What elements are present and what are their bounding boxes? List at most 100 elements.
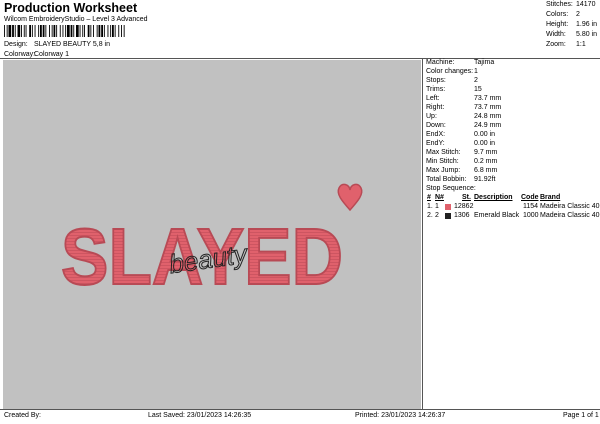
barcode-bar <box>82 25 84 37</box>
detail-row: EndY: 0.00 in <box>426 140 600 149</box>
stop-description: Emerald Black <box>474 212 520 219</box>
detail-label: Max Jump: <box>426 167 461 174</box>
detail-label: Down: <box>426 122 446 129</box>
barcode-bar <box>42 25 45 37</box>
barcode-bar <box>112 25 114 37</box>
stop-stitches: 1306 <box>454 212 470 219</box>
summary-value: 1:1 <box>576 41 586 48</box>
barcode-bar <box>65 25 67 37</box>
detail-label: EndY: <box>426 140 445 147</box>
col-code: Code <box>521 194 539 201</box>
col-stitches: St. <box>462 194 471 201</box>
printed-date: Printed: 23/01/2023 14:26:37 <box>355 412 446 419</box>
detail-label: Up: <box>426 113 437 120</box>
col-brand: Brand <box>540 194 561 201</box>
detail-value: Tajima <box>474 59 495 66</box>
last-saved: Last Saved: 23/01/2023 14:26:35 <box>148 412 252 419</box>
colorway-value: Colorway 1 <box>34 51 70 58</box>
detail-label: EndX: <box>426 131 446 138</box>
stop-brand: Madeira Classic 40 <box>540 212 600 219</box>
barcode-bar <box>103 25 105 37</box>
barcode-bar <box>90 25 92 37</box>
barcode-bar <box>56 25 58 37</box>
barcode-bar <box>110 25 112 37</box>
detail-value: 24.9 mm <box>474 122 502 129</box>
detail-label: Total Bobbin: <box>426 176 467 183</box>
stop-num: 2. <box>427 212 433 219</box>
col-num: # <box>427 194 431 201</box>
stop-needle: 2 <box>435 212 439 219</box>
barcode-bar <box>114 25 116 37</box>
barcode-bar <box>59 25 61 37</box>
col-description: Description <box>474 194 513 201</box>
detail-row: Total Bobbin: 91.92ft <box>426 176 600 185</box>
summary-value: 2 <box>576 11 580 18</box>
summary-value: 5.80 in <box>576 31 598 38</box>
barcode-bar <box>34 25 36 37</box>
barcode-bar <box>6 25 8 37</box>
stop-num: 1. <box>427 203 433 210</box>
page-title: Production Worksheet <box>4 1 138 15</box>
detail-label: Min Stitch: <box>426 158 459 165</box>
detail-value: 73.7 mm <box>474 104 502 111</box>
heart-icon <box>337 183 363 212</box>
stop-code: 1154 <box>523 203 539 210</box>
barcode-bar <box>62 25 64 37</box>
color-swatch <box>445 204 451 210</box>
barcode-bar <box>70 25 73 37</box>
detail-row: Color changes: 1 <box>426 68 600 77</box>
summary-value: 1.96 in <box>576 21 598 28</box>
detail-value: 1 <box>474 68 478 75</box>
barcode-bar <box>51 25 53 37</box>
detail-label: Stops: <box>426 77 446 84</box>
barcode-bar <box>98 25 101 37</box>
detail-label: Color changes: <box>426 68 474 75</box>
summary-row: Height: 1.96 in <box>546 21 600 31</box>
detail-row: Right: 73.7 mm <box>426 104 600 113</box>
detail-label: Left: <box>426 95 440 102</box>
detail-row: Up: 24.8 mm <box>426 113 600 122</box>
page-subtitle: Wilcom EmbroideryStudio – Level 3 Advanc… <box>4 16 148 23</box>
detail-label: Machine: <box>426 59 455 66</box>
summary-stats: Stitches: 14170 Colors: 2 Height: 1.96 in Widt… <box>546 1 600 49</box>
barcode-bar <box>23 25 25 37</box>
barcode-bar <box>14 25 16 37</box>
barcode-bar <box>107 25 109 37</box>
design-preview: SLAYED beauty <box>3 60 421 409</box>
detail-row: Max Jump: 6.8 mm <box>426 167 600 176</box>
detail-value: 15 <box>474 86 482 93</box>
colorway-label: Colorway: <box>4 51 36 58</box>
color-swatch <box>445 213 451 219</box>
panel-divider <box>422 58 423 409</box>
detail-value: 0.00 in <box>474 140 496 147</box>
barcode-bar <box>21 25 22 37</box>
page-number: Page 1 of 1 <box>563 412 599 419</box>
summary-value: 14170 <box>576 1 596 8</box>
summary-row: Colors: 2 <box>546 11 600 21</box>
barcode-bar <box>25 25 27 37</box>
summary-label: Zoom: <box>546 41 566 48</box>
detail-value: 73.7 mm <box>474 95 502 102</box>
summary-row: Width: 5.80 in <box>546 31 600 41</box>
detail-label: Max Stitch: <box>426 149 461 156</box>
barcode-bar <box>45 25 47 37</box>
detail-row: Machine: Tajima <box>426 59 600 68</box>
stop-stitches: 12862 <box>454 203 474 210</box>
barcode-bar <box>76 25 79 37</box>
barcode-bar <box>29 25 31 37</box>
summary-label: Stitches: <box>546 1 573 8</box>
summary-label: Height: <box>546 21 569 28</box>
design-artwork: SLAYED beauty <box>60 183 363 302</box>
detail-value: 0.00 in <box>474 131 496 138</box>
barcode-bar <box>123 25 125 37</box>
barcode-bar <box>38 25 40 37</box>
barcode-bar <box>118 25 120 37</box>
barcode-bar <box>49 25 50 37</box>
detail-value: 2 <box>474 77 478 84</box>
barcode-bar <box>73 25 75 37</box>
detail-value: 0.2 mm <box>474 158 498 165</box>
detail-row: Max Stitch: 9.7 mm <box>426 149 600 158</box>
barcode-bar <box>4 25 5 37</box>
barcode-bar <box>17 25 21 37</box>
barcode-bar <box>8 25 12 37</box>
